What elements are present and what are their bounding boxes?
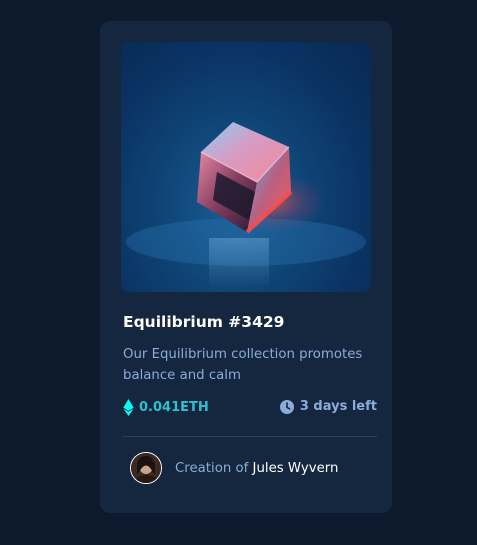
price: 0.041ETH (123, 399, 209, 416)
nft-title[interactable]: Equilibrium #3429 (123, 313, 284, 331)
creator-prefix: Creation of (175, 460, 249, 476)
clock-icon (279, 399, 294, 414)
creator-name-link[interactable]: Jules Wyvern (253, 461, 339, 476)
time-left-label: 3 days left (299, 399, 377, 414)
creator: Creation of Jules Wyvern (130, 452, 338, 484)
nft-description: Our Equilibrium collection promotes bala… (123, 347, 363, 383)
equilibrium-cube-illustration (126, 122, 366, 288)
time-left: 3 days left (279, 399, 377, 414)
divider (123, 436, 377, 437)
nft-meta-row: 0.041ETH 3 days left (123, 399, 377, 419)
nft-card: Equilibrium #3429 Our Equilibrium collec… (100, 21, 392, 513)
ethereum-icon (123, 399, 134, 416)
creator-text: Creation of Jules Wyvern (175, 461, 338, 476)
nft-image[interactable] (121, 42, 371, 292)
price-value: 0.041ETH (139, 400, 209, 415)
avatar (130, 452, 162, 484)
